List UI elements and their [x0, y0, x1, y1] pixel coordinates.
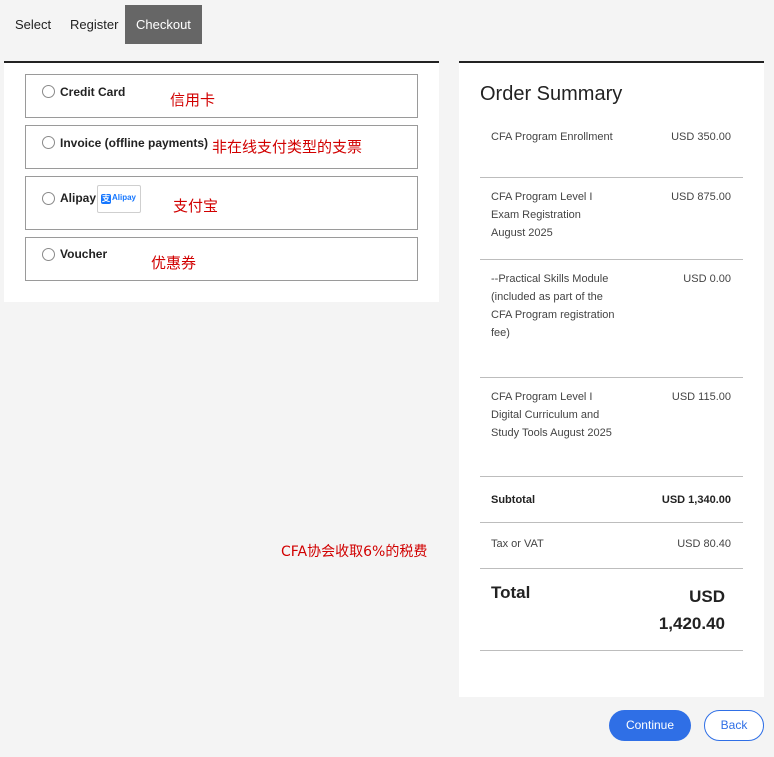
annotation-invoice: 非在线支付类型的支票: [212, 138, 363, 156]
line-item-desc: --Practical Skills Module (included as p…: [491, 273, 615, 339]
subtotal-row: Subtotal USD 1,340.00: [480, 477, 743, 523]
line-item: --Practical Skills Module (included as p…: [480, 260, 743, 378]
line-item-amount: USD 875.00: [671, 191, 731, 203]
line-item: CFA Program Level I Exam Registration Au…: [480, 178, 743, 260]
annotation-voucher: 优惠券: [151, 254, 197, 272]
alipay-logo-icon: 支 Alipay: [97, 185, 141, 213]
total-row: Total USD 1,420.40: [480, 569, 743, 651]
line-item-amount: USD 0.00: [683, 273, 731, 285]
payment-option-alipay[interactable]: Alipay 支 Alipay 支付宝: [25, 176, 418, 230]
annotation-alipay: 支付宝: [173, 197, 219, 215]
payment-option-label: Invoice (offline payments): [60, 136, 209, 150]
radio-alipay[interactable]: [42, 192, 55, 205]
line-item-amount: USD 350.00: [671, 131, 731, 143]
line-item: CFA Program Level I Digital Curriculum a…: [480, 378, 743, 477]
tab-register[interactable]: Register: [70, 5, 118, 44]
radio-credit-card[interactable]: [42, 85, 55, 98]
tax-annotation: CFA协会收取6%的税费: [281, 544, 428, 560]
total-amount: USD 1,420.40: [658, 587, 725, 633]
total-label: Total: [491, 583, 531, 602]
radio-invoice[interactable]: [42, 136, 55, 149]
payment-option-label: Credit Card: [60, 85, 126, 99]
payment-option-label: Voucher: [60, 247, 108, 261]
tab-select[interactable]: Select: [15, 5, 51, 44]
line-item-desc: CFA Program Level I Digital Curriculum a…: [491, 391, 612, 439]
continue-button[interactable]: Continue: [609, 710, 691, 741]
checkout-steps: Select Register Checkout: [0, 0, 774, 44]
tax-row: Tax or VAT USD 80.40: [480, 523, 743, 569]
back-button[interactable]: Back: [704, 710, 764, 741]
tax-amount: USD 80.40: [677, 538, 731, 550]
tax-label: Tax or VAT: [491, 538, 544, 550]
order-summary-title: Order Summary: [480, 83, 623, 105]
line-item-amount: USD 115.00: [671, 391, 731, 403]
line-item-desc: CFA Program Level I Exam Registration Au…: [491, 191, 593, 239]
payment-option-voucher[interactable]: Voucher 优惠券: [25, 237, 418, 281]
tab-checkout[interactable]: Checkout: [125, 5, 202, 44]
subtotal-amount: USD 1,340.00: [661, 494, 731, 506]
payment-option-label: Alipay: [60, 191, 97, 205]
payment-option-credit-card[interactable]: Credit Card 信用卡: [25, 74, 418, 118]
subtotal-label: Subtotal: [491, 494, 535, 506]
payment-options-panel: Credit Card 信用卡 Invoice (offline payment…: [4, 61, 439, 302]
order-summary: Order Summary CFA Program Enrollment USD…: [459, 61, 764, 697]
payment-option-invoice[interactable]: Invoice (offline payments) 非在线支付类型的支票: [25, 125, 418, 169]
line-item-desc: CFA Program Enrollment: [491, 131, 613, 143]
radio-voucher[interactable]: [42, 248, 55, 261]
annotation-credit-card: 信用卡: [170, 91, 216, 109]
line-item: CFA Program Enrollment USD 350.00: [480, 118, 743, 178]
